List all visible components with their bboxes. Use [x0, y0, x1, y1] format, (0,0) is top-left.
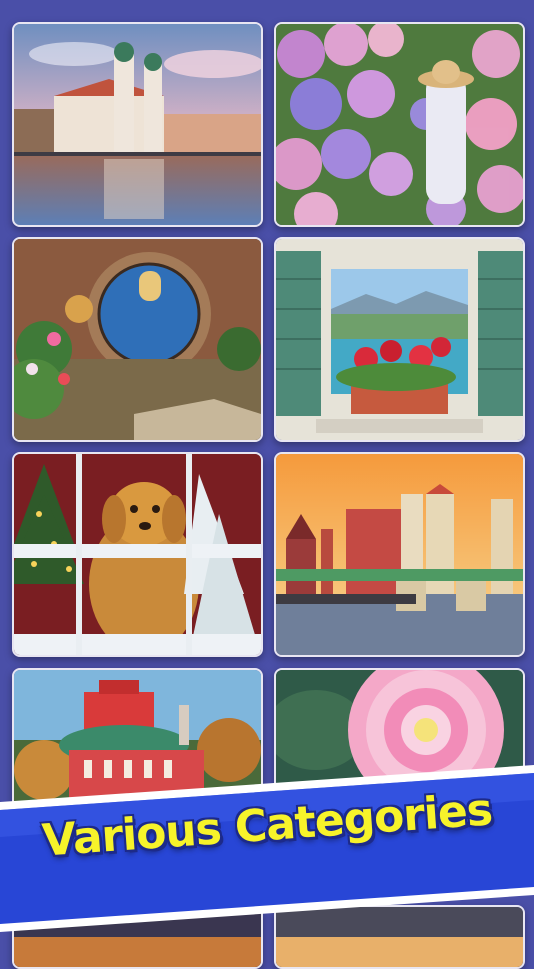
lakeside-church-image	[14, 24, 261, 225]
category-tile-lakeside-church[interactable]	[12, 22, 263, 227]
category-tile-round-blue-door[interactable]	[12, 237, 263, 442]
hydrangea-garden-image	[276, 24, 523, 225]
window-sea-view-image	[276, 239, 523, 440]
category-tile-hydrangea-garden[interactable]	[274, 22, 525, 227]
round-blue-door-image	[14, 239, 261, 440]
category-tile-sunset-bridge-city[interactable]	[274, 452, 525, 657]
category-tile-window-sea-view[interactable]	[274, 237, 525, 442]
sunset-bridge-city-image	[276, 454, 523, 655]
category-tile-christmas-puppy[interactable]	[12, 452, 263, 657]
christmas-puppy-image	[14, 454, 261, 655]
